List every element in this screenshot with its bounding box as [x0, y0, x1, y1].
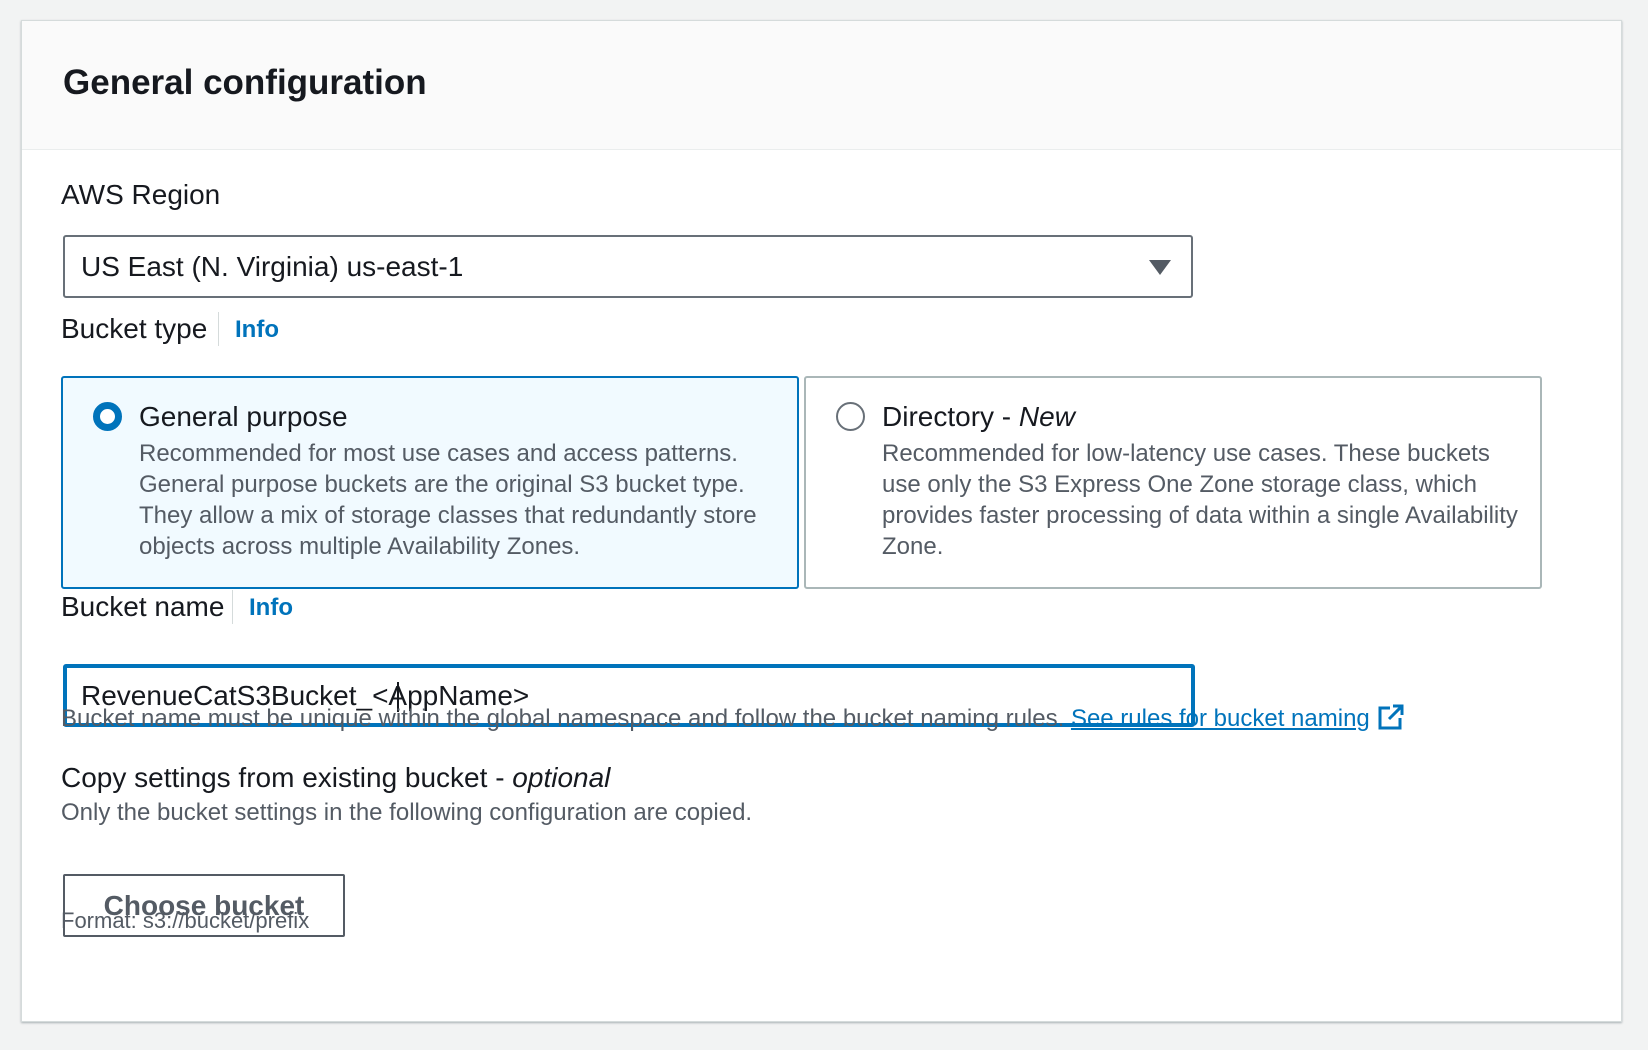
aws-region-select[interactable]: US East (N. Virginia) us-east-1: [63, 235, 1193, 298]
radio-directory[interactable]: [836, 402, 865, 431]
bucket-type-tile-directory[interactable]: Directory - New Recommended for low-late…: [804, 376, 1542, 589]
aws-region-label: AWS Region: [61, 179, 221, 210]
format-hint: Format: s3://bucket/prefix: [61, 908, 310, 933]
tile-description: Recommended for low-latency use cases. T…: [882, 440, 1518, 560]
external-link-icon: [1378, 704, 1404, 730]
tile-title: General purpose: [139, 401, 348, 432]
panel-header: General configuration: [22, 21, 1621, 150]
tile-description: Recommended for most use cases and acces…: [139, 440, 757, 560]
bucket-type-label: Bucket type: [61, 313, 208, 344]
panel-title: General configuration: [63, 63, 427, 102]
bucket-type-info-link[interactable]: Info: [235, 313, 279, 347]
new-badge: New: [1018, 401, 1075, 432]
tile-title: Directory - New: [882, 401, 1075, 432]
bucket-name-hint: Bucket name must be unique within the gl…: [61, 704, 1404, 734]
bucket-name-info-link[interactable]: Info: [249, 591, 293, 625]
bucket-type-tile-general-purpose[interactable]: General purpose Recommended for most use…: [61, 376, 799, 589]
copy-settings-description: Only the bucket settings in the followin…: [61, 799, 753, 826]
aws-region-value: US East (N. Virginia) us-east-1: [81, 251, 464, 282]
caret-down-icon: [1149, 260, 1171, 275]
bucket-name-label: Bucket name: [61, 591, 225, 622]
label-divider: [218, 312, 219, 346]
copy-settings-label: Copy settings from existing bucket - opt…: [61, 762, 611, 793]
label-divider: [232, 590, 233, 624]
radio-general-purpose[interactable]: [93, 402, 122, 431]
bucket-naming-rules-link[interactable]: See rules for bucket naming: [1071, 704, 1404, 732]
general-configuration-panel: General configuration AWS Region US East…: [21, 20, 1622, 1022]
